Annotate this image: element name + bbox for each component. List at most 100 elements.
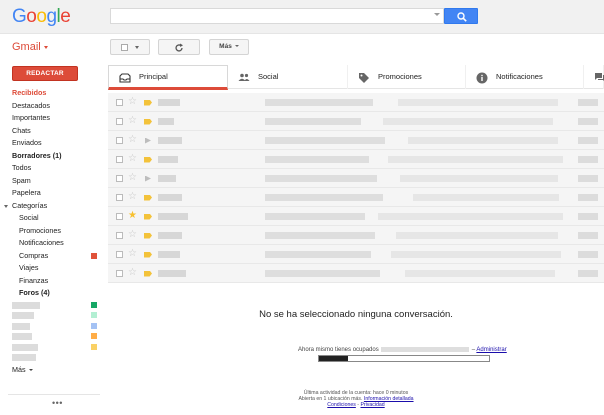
sidebar-category-item[interactable]: Compras [0, 250, 104, 263]
more-actions-button[interactable]: Más [209, 39, 249, 55]
importance-marker-icon[interactable] [145, 137, 151, 144]
snippet-redacted [396, 232, 558, 239]
sender-redacted [158, 118, 174, 125]
search-input[interactable] [110, 8, 444, 24]
google-logo[interactable]: Google [12, 6, 71, 28]
tab-principal[interactable]: Principal [108, 65, 228, 90]
email-row[interactable]: ☆ [108, 112, 604, 131]
sidebar-label-redacted[interactable] [0, 331, 104, 342]
row-checkbox[interactable] [116, 156, 123, 163]
star-icon[interactable]: ☆ [128, 172, 137, 184]
email-row[interactable]: ☆ [108, 226, 604, 245]
star-icon[interactable]: ☆ [128, 267, 137, 279]
email-row[interactable]: ☆ [108, 131, 604, 150]
more-options-icon[interactable]: ••• [52, 398, 63, 408]
sidebar-label-redacted[interactable] [0, 342, 104, 353]
sidebar-category-item[interactable]: Social [0, 212, 104, 225]
tab-promociones[interactable]: Promociones [348, 65, 466, 89]
email-row[interactable]: ★ [108, 207, 604, 226]
legal-links: Condiciones - Privacidad [327, 402, 385, 408]
sidebar-item[interactable]: Importantes [0, 112, 104, 125]
sidebar-item[interactable]: Enviados [0, 137, 104, 150]
star-icon[interactable]: ☆ [128, 153, 137, 165]
sidebar-category-item[interactable]: Promociones [0, 225, 104, 238]
sidebar-label-redacted[interactable] [0, 321, 104, 332]
sidebar-divider [8, 394, 100, 395]
category-tabs: Principal Social Promociones Notificaciones [108, 65, 604, 90]
search-button[interactable] [444, 8, 478, 24]
row-checkbox[interactable] [116, 194, 123, 201]
chevron-down-icon [4, 204, 8, 208]
sidebar-label-redacted[interactable] [0, 310, 104, 321]
sidebar-category-item[interactable]: Notificaciones [0, 237, 104, 250]
importance-marker-icon[interactable] [144, 99, 152, 106]
logo-letter: G [12, 6, 27, 27]
importance-marker-icon[interactable] [144, 118, 152, 125]
tab-notificaciones[interactable]: Notificaciones [466, 65, 584, 89]
sidebar-category-item[interactable]: Foros (4) [0, 287, 104, 300]
sidebar-item[interactable]: Destacados [0, 100, 104, 113]
importance-marker-icon[interactable] [144, 213, 152, 220]
email-row[interactable]: ☆ [108, 188, 604, 207]
star-icon[interactable]: ★ [128, 210, 137, 222]
email-row[interactable]: ☆ [108, 150, 604, 169]
storage-prefix: Ahora mismo tienes ocupados [298, 347, 379, 354]
refresh-button[interactable] [158, 39, 200, 55]
row-checkbox[interactable] [116, 232, 123, 239]
star-icon[interactable]: ☆ [128, 248, 137, 260]
row-checkbox[interactable] [116, 175, 123, 182]
importance-marker-icon[interactable] [144, 156, 152, 163]
star-icon[interactable]: ☆ [128, 191, 137, 203]
sidebar-label-redacted[interactable] [0, 352, 104, 363]
sidebar-item[interactable]: Todos [0, 162, 104, 175]
more-actions-label: Más [219, 43, 232, 50]
sidebar-categories-toggle[interactable]: Categorías [0, 200, 104, 213]
email-row[interactable]: ☆ [108, 264, 604, 283]
sidebar-nav: Recibidos Destacados Importantes Chats Envia… [0, 87, 104, 363]
star-icon[interactable]: ☆ [128, 229, 137, 241]
refresh-icon [175, 43, 183, 52]
importance-marker-icon[interactable] [145, 175, 151, 182]
sender-redacted [158, 270, 186, 277]
terms-link[interactable]: Condiciones [327, 402, 356, 408]
row-checkbox[interactable] [116, 270, 123, 277]
category-label: Social [19, 213, 39, 222]
select-checkbox-button[interactable] [110, 39, 150, 55]
category-label: Notificaciones [19, 238, 64, 247]
importance-marker-icon[interactable] [144, 251, 152, 258]
search-options-caret-icon[interactable] [434, 13, 440, 16]
email-row[interactable]: ☆ [108, 169, 604, 188]
row-checkbox[interactable] [116, 251, 123, 258]
sidebar-category-item[interactable]: Viajes [0, 262, 104, 275]
privacy-link[interactable]: Privacidad [360, 402, 384, 408]
sidebar-item[interactable]: Papelera [0, 187, 104, 200]
sender-redacted [158, 232, 182, 239]
email-row[interactable]: ☆ [108, 245, 604, 264]
tab-social[interactable]: Social [228, 65, 348, 89]
importance-marker-icon[interactable] [144, 270, 152, 277]
sidebar-item[interactable]: Recibidos [0, 87, 104, 100]
snippet-redacted [383, 118, 553, 125]
label-color-swatch [91, 253, 97, 259]
star-icon[interactable]: ☆ [128, 134, 137, 146]
compose-button[interactable]: REDACTAR [12, 66, 78, 81]
chevron-down-icon [43, 45, 48, 49]
sidebar-label-redacted[interactable] [0, 300, 104, 311]
row-checkbox[interactable] [116, 213, 123, 220]
manage-storage-link[interactable]: Administrar [476, 347, 506, 353]
sidebar-item[interactable]: Spam [0, 175, 104, 188]
sidebar-more-button[interactable]: Más [12, 365, 33, 374]
star-icon[interactable]: ☆ [128, 115, 137, 127]
tab-forums[interactable] [584, 65, 604, 89]
sidebar-category-item[interactable]: Finanzas [0, 275, 104, 288]
importance-marker-icon[interactable] [144, 232, 152, 239]
star-icon[interactable]: ☆ [128, 96, 137, 108]
row-checkbox[interactable] [116, 137, 123, 144]
row-checkbox[interactable] [116, 99, 123, 106]
sidebar-item[interactable]: Chats [0, 125, 104, 138]
row-checkbox[interactable] [116, 118, 123, 125]
importance-marker-icon[interactable] [144, 194, 152, 201]
sidebar-item[interactable]: Borradores (1) [0, 150, 104, 163]
email-row[interactable]: ☆ [108, 93, 604, 112]
gmail-app-switcher[interactable]: Gmail [12, 41, 48, 53]
